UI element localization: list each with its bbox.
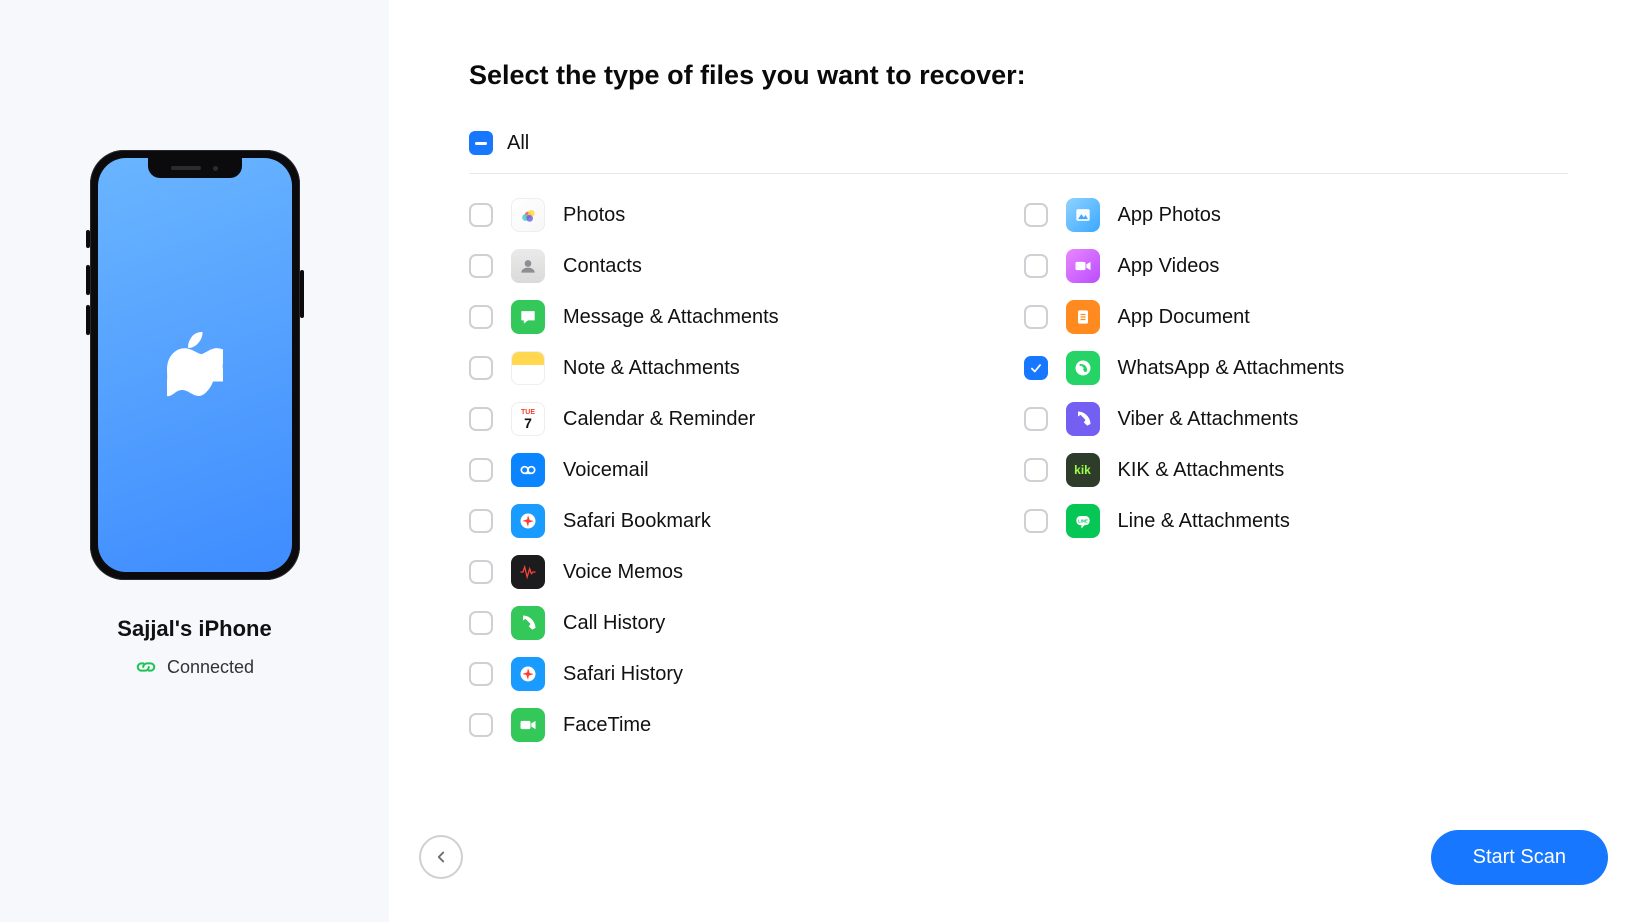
appphotos-icon xyxy=(1066,198,1100,232)
checkbox-appdoc[interactable] xyxy=(1024,305,1048,329)
file-type-row-viber[interactable]: Viber & Attachments xyxy=(1024,402,1569,436)
file-type-label: Call History xyxy=(563,612,665,635)
checkbox-appphotos[interactable] xyxy=(1024,203,1048,227)
checkbox-all-label: All xyxy=(507,132,529,155)
file-type-column-right: App Photos App Videos App Document WhatsApp… xyxy=(1024,198,1569,742)
checkbox-all[interactable] xyxy=(469,131,493,155)
checkbox-contacts[interactable] xyxy=(469,254,493,278)
file-type-row-photos[interactable]: Photos xyxy=(469,198,1014,232)
line-icon: LINE xyxy=(1066,504,1100,538)
checkbox-facetime[interactable] xyxy=(469,713,493,737)
device-illustration xyxy=(90,150,300,580)
checkbox-kik[interactable] xyxy=(1024,458,1048,482)
device-name: Sajjal's iPhone xyxy=(117,616,271,642)
file-type-label: KIK & Attachments xyxy=(1118,459,1285,482)
contacts-icon xyxy=(511,249,545,283)
call-icon xyxy=(511,606,545,640)
kik-icon: kik xyxy=(1066,453,1100,487)
voicemail-icon xyxy=(511,453,545,487)
checkbox-appvideos[interactable] xyxy=(1024,254,1048,278)
viber-icon xyxy=(1066,402,1100,436)
file-type-row-voicemail[interactable]: Voicemail xyxy=(469,453,1014,487)
link-icon xyxy=(135,656,157,678)
calendar-icon: TUE7 xyxy=(511,402,545,436)
file-type-label: Line & Attachments xyxy=(1118,510,1290,533)
file-type-row-contacts[interactable]: Contacts xyxy=(469,249,1014,283)
safari-bm-icon xyxy=(511,504,545,538)
file-type-row-safari-hist[interactable]: Safari History xyxy=(469,657,1014,691)
arrow-left-icon xyxy=(432,848,450,866)
device-status-label: Connected xyxy=(167,657,254,678)
checkbox-safari-bm[interactable] xyxy=(469,509,493,533)
file-type-label: App Photos xyxy=(1118,204,1221,227)
file-type-row-voicememo[interactable]: Voice Memos xyxy=(469,555,1014,589)
checkbox-voicemail[interactable] xyxy=(469,458,493,482)
checkbox-all-row[interactable]: All xyxy=(469,131,1568,174)
file-type-row-facetime[interactable]: FaceTime xyxy=(469,708,1014,742)
notes-icon xyxy=(511,351,545,385)
file-type-label: Viber & Attachments xyxy=(1118,408,1299,431)
svg-text:LINE: LINE xyxy=(1078,518,1088,523)
back-button[interactable] xyxy=(419,835,463,879)
file-type-label: Voice Memos xyxy=(563,561,683,584)
file-type-row-safari-bm[interactable]: Safari Bookmark xyxy=(469,504,1014,538)
file-type-label: Message & Attachments xyxy=(563,306,779,329)
page-title: Select the type of files you want to rec… xyxy=(469,60,1568,91)
file-type-row-appphotos[interactable]: App Photos xyxy=(1024,198,1569,232)
file-type-row-whatsapp[interactable]: WhatsApp & Attachments xyxy=(1024,351,1569,385)
file-type-label: WhatsApp & Attachments xyxy=(1118,357,1345,380)
checkbox-message[interactable] xyxy=(469,305,493,329)
file-type-column-left: Photos Contacts Message & Attachments Note … xyxy=(469,198,1014,742)
file-type-row-line[interactable]: LINE Line & Attachments xyxy=(1024,504,1569,538)
file-type-row-call[interactable]: Call History xyxy=(469,606,1014,640)
checkbox-photos[interactable] xyxy=(469,203,493,227)
main-panel: Select the type of files you want to rec… xyxy=(389,0,1648,922)
footer-bar: Start Scan xyxy=(389,792,1648,922)
file-type-label: Photos xyxy=(563,204,625,227)
photos-icon xyxy=(511,198,545,232)
checkbox-viber[interactable] xyxy=(1024,407,1048,431)
appdoc-icon xyxy=(1066,300,1100,334)
file-type-label: Safari Bookmark xyxy=(563,510,711,533)
file-type-label: Calendar & Reminder xyxy=(563,408,755,431)
checkbox-safari-hist[interactable] xyxy=(469,662,493,686)
file-type-label: Safari History xyxy=(563,663,683,686)
app-root: Sajjal's iPhone Connected Select the typ… xyxy=(0,0,1648,922)
checkbox-notes[interactable] xyxy=(469,356,493,380)
file-type-row-kik[interactable]: kik KIK & Attachments xyxy=(1024,453,1569,487)
file-type-label: Voicemail xyxy=(563,459,649,482)
appvideos-icon xyxy=(1066,249,1100,283)
file-type-label: FaceTime xyxy=(563,714,651,737)
file-type-label: App Videos xyxy=(1118,255,1220,278)
start-scan-button[interactable]: Start Scan xyxy=(1431,830,1608,885)
file-type-row-appdoc[interactable]: App Document xyxy=(1024,300,1569,334)
message-icon xyxy=(511,300,545,334)
voicememo-icon xyxy=(511,555,545,589)
device-sidebar: Sajjal's iPhone Connected xyxy=(0,0,389,922)
file-type-row-calendar[interactable]: TUE7 Calendar & Reminder xyxy=(469,402,1014,436)
device-status: Connected xyxy=(135,656,254,678)
file-type-row-notes[interactable]: Note & Attachments xyxy=(469,351,1014,385)
checkbox-line[interactable] xyxy=(1024,509,1048,533)
checkbox-whatsapp[interactable] xyxy=(1024,356,1048,380)
file-type-row-message[interactable]: Message & Attachments xyxy=(469,300,1014,334)
checkbox-voicememo[interactable] xyxy=(469,560,493,584)
file-type-label: App Document xyxy=(1118,306,1250,329)
checkbox-calendar[interactable] xyxy=(469,407,493,431)
facetime-icon xyxy=(511,708,545,742)
checkbox-call[interactable] xyxy=(469,611,493,635)
file-type-grid: Photos Contacts Message & Attachments Note … xyxy=(469,198,1568,742)
whatsapp-icon xyxy=(1066,351,1100,385)
file-type-row-appvideos[interactable]: App Videos xyxy=(1024,249,1569,283)
safari-hist-icon xyxy=(511,657,545,691)
file-type-label: Note & Attachments xyxy=(563,357,740,380)
file-type-label: Contacts xyxy=(563,255,642,278)
apple-logo-icon xyxy=(167,331,223,399)
